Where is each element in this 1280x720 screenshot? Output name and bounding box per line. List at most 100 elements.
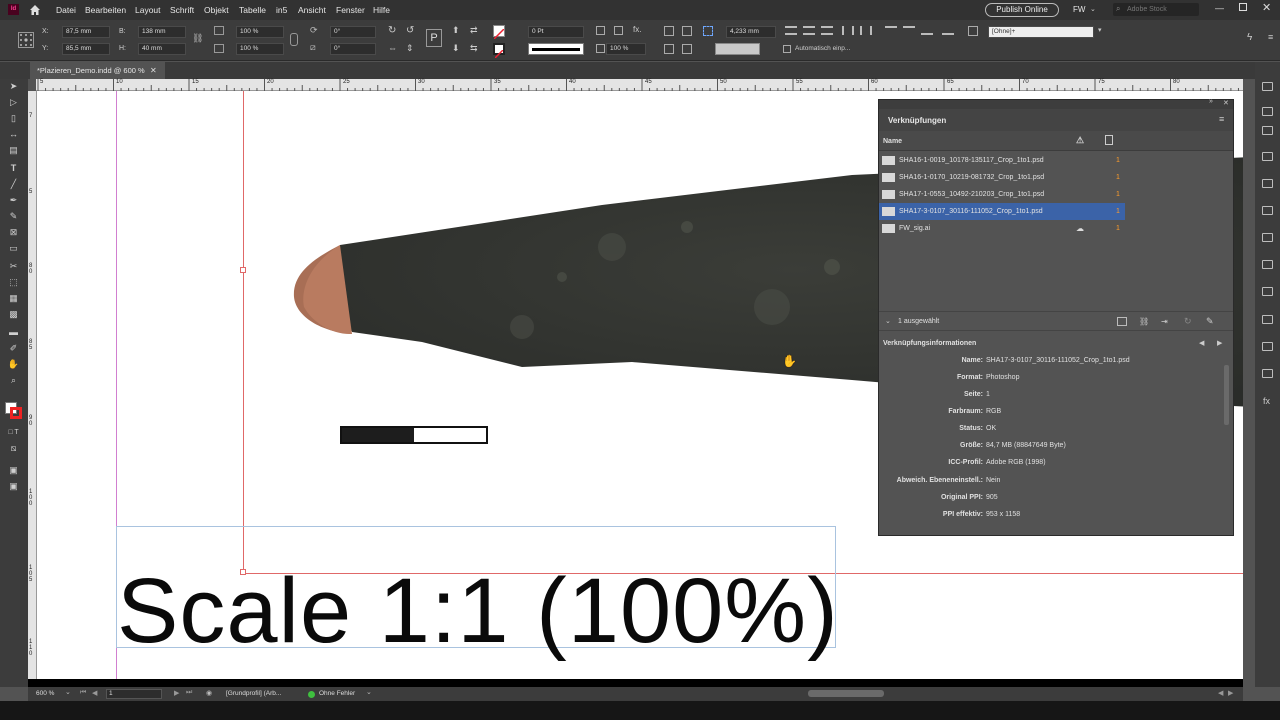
preview-mode-icon[interactable]: ▣ xyxy=(7,481,20,492)
table-styles-icon[interactable] xyxy=(1262,342,1273,351)
hand-tool-icon[interactable]: ✋ xyxy=(7,359,20,370)
select-previous-icon[interactable]: ⇄ xyxy=(470,25,478,36)
rectangle-frame-tool-icon[interactable]: ⊠ xyxy=(7,227,20,238)
scale-y-field[interactable]: 100 % xyxy=(236,43,284,55)
menu-bearbeiten[interactable]: Bearbeiten xyxy=(85,5,126,15)
home-icon[interactable] xyxy=(29,4,41,16)
scale-caption[interactable]: Scale 1:1 (100%) xyxy=(117,559,839,664)
menu-fenster[interactable]: Fenster xyxy=(336,5,365,15)
panel-menu-icon[interactable]: ≡ xyxy=(1268,32,1273,42)
workspace-switcher[interactable]: FW xyxy=(1073,5,1085,14)
cc-libraries-icon[interactable] xyxy=(1262,233,1273,242)
character-styles-icon[interactable] xyxy=(1262,287,1273,296)
open-file-icon[interactable]: ◉ xyxy=(206,689,212,697)
shear-field[interactable]: 0° xyxy=(330,43,376,55)
frame-fitting-icon[interactable] xyxy=(596,26,605,35)
close-tab-icon[interactable]: ✕ xyxy=(150,62,157,79)
menu-ansicht[interactable]: Ansicht xyxy=(298,5,326,15)
select-content-icon[interactable]: ⬇ xyxy=(452,43,460,54)
screen-mode-icon[interactable]: ▣ xyxy=(7,465,20,476)
rotate-field[interactable]: 0° xyxy=(330,26,376,38)
swatches-icon[interactable] xyxy=(1262,206,1273,215)
menu-layout[interactable]: Layout xyxy=(135,5,161,15)
lightning-icon[interactable]: ϟ xyxy=(1247,32,1252,43)
rectangle-tool-icon[interactable]: ▭ xyxy=(7,243,20,254)
horizontal-ruler[interactable]: 5 10 15 20 25 30 35 40 45 50 55 60 65 70… xyxy=(36,79,1243,91)
zoom-tool-icon[interactable]: ⌕ xyxy=(7,375,20,386)
vertical-ruler[interactable]: 7 5 8 0 8 5 9 0 1 0 0 1 0 5 1 1 0 xyxy=(28,91,37,681)
direct-selection-tool-icon[interactable]: ▷ xyxy=(7,97,20,108)
note-tool-icon[interactable]: ▬ xyxy=(7,327,20,338)
info-scrollbar[interactable] xyxy=(1224,365,1229,425)
select-container-icon[interactable]: ⬆ xyxy=(452,25,460,36)
next-page-icon[interactable]: ▶ xyxy=(174,689,179,697)
panel-tab-links[interactable]: Verknüpfungen ≡ xyxy=(879,109,1233,131)
gap-tool-icon[interactable]: ↔ xyxy=(7,129,20,140)
effects-panel-icon[interactable]: fx xyxy=(1263,396,1270,406)
tab-document[interactable]: *Plazieren_Demo.indd @ 600 % ✕ xyxy=(30,62,165,79)
align-to-selection-icon[interactable] xyxy=(968,26,978,36)
wrap-offset-field[interactable]: 4,233 mm xyxy=(726,26,776,38)
y-position-field[interactable]: 85,5 mm xyxy=(62,43,110,55)
link-row[interactable]: SHA16-1-0170_10219-081732_Crop_1to1.psd … xyxy=(879,169,1125,186)
align-left-icon[interactable] xyxy=(785,26,797,35)
menu-in5[interactable]: in5 xyxy=(276,5,287,15)
stroke-swatch[interactable] xyxy=(493,43,505,59)
eyedropper-tool-icon[interactable]: ✐ xyxy=(7,343,20,354)
paragraph-styles-icon[interactable] xyxy=(1262,260,1273,269)
auto-fit-checkbox[interactable] xyxy=(783,45,791,53)
scissors-tool-icon[interactable]: ✂ xyxy=(7,261,20,272)
stroke-weight-field[interactable]: 0 Pt xyxy=(528,26,584,38)
frame-handle[interactable] xyxy=(240,267,246,273)
fill-stroke-swatch[interactable] xyxy=(5,402,23,420)
publish-online-button[interactable]: Publish Online xyxy=(985,3,1059,17)
stock-search-input[interactable]: Adobe Stock xyxy=(1113,3,1199,16)
x-position-field[interactable]: 87,5 mm xyxy=(62,26,110,38)
preflight-profile[interactable]: [Grundprofil] (Arb... xyxy=(226,690,281,697)
object-styles-icon[interactable] xyxy=(1262,315,1273,324)
column-name-header[interactable]: Name xyxy=(883,138,902,145)
chevron-down-icon[interactable]: ⌄ xyxy=(366,688,372,696)
link-row[interactable]: FW_sig.ai ☁ 1 xyxy=(879,220,1125,237)
horizontal-scrollbar[interactable] xyxy=(28,679,1243,687)
stroke-type-select[interactable] xyxy=(528,43,584,55)
go-to-link-icon[interactable]: ⇥ xyxy=(1161,317,1168,326)
link-page[interactable]: 1 xyxy=(1116,203,1120,220)
text-wrap-icon[interactable] xyxy=(664,26,674,36)
link-page[interactable]: 1 xyxy=(1116,169,1120,186)
height-field[interactable]: 40 mm xyxy=(138,43,186,55)
link-page[interactable]: 1 xyxy=(1116,220,1120,237)
align-top-icon[interactable] xyxy=(885,26,897,35)
rotate-cw-icon[interactable]: ↻ xyxy=(388,25,396,36)
layers-icon[interactable] xyxy=(1262,107,1273,116)
page-tool-icon[interactable]: ▯ xyxy=(7,113,20,124)
scroll-left-icon[interactable]: ◀ xyxy=(1218,689,1223,697)
previous-page-icon[interactable]: ◀ xyxy=(92,689,97,697)
distribute-middle-icon[interactable] xyxy=(860,26,872,35)
maximize-icon[interactable] xyxy=(1239,3,1247,11)
selection-tool-icon[interactable]: ➤ xyxy=(7,81,20,92)
close-icon[interactable]: ✕ xyxy=(1262,1,1271,14)
link-page[interactable]: 1 xyxy=(1116,186,1120,203)
gradient-feather-icon[interactable]: ▩ xyxy=(7,309,20,320)
align-right-icon[interactable] xyxy=(821,26,833,35)
pen-tool-icon[interactable]: ✒ xyxy=(7,195,20,206)
menu-hilfe[interactable]: Hilfe xyxy=(373,5,390,15)
previous-link-icon[interactable]: ◀ xyxy=(1199,339,1204,347)
effects-icon[interactable]: fx. xyxy=(633,25,641,34)
select-next-icon[interactable]: ⇆ xyxy=(470,43,478,54)
align-center-icon[interactable] xyxy=(803,26,815,35)
constrain-proportions-icon[interactable]: ⛓ xyxy=(192,33,203,44)
chevron-down-icon[interactable]: ▾ xyxy=(1098,26,1102,34)
stroke-icon[interactable] xyxy=(1262,152,1273,161)
free-transform-tool-icon[interactable]: ⬚ xyxy=(7,277,20,288)
menu-objekt[interactable]: Objekt xyxy=(204,5,229,15)
fit-content-icon[interactable] xyxy=(614,26,623,35)
scale-bar[interactable] xyxy=(340,426,488,444)
minimize-icon[interactable]: — xyxy=(1215,3,1224,13)
relink-icon[interactable]: ⛓ xyxy=(1139,317,1149,326)
align-bottom-icon[interactable] xyxy=(921,26,933,35)
update-link-icon[interactable]: ↻ xyxy=(1184,316,1192,327)
link-page[interactable]: 1 xyxy=(1116,152,1120,169)
link-row[interactable]: SHA17-1-0553_10492-210203_Crop_1to1.psd … xyxy=(879,186,1125,203)
